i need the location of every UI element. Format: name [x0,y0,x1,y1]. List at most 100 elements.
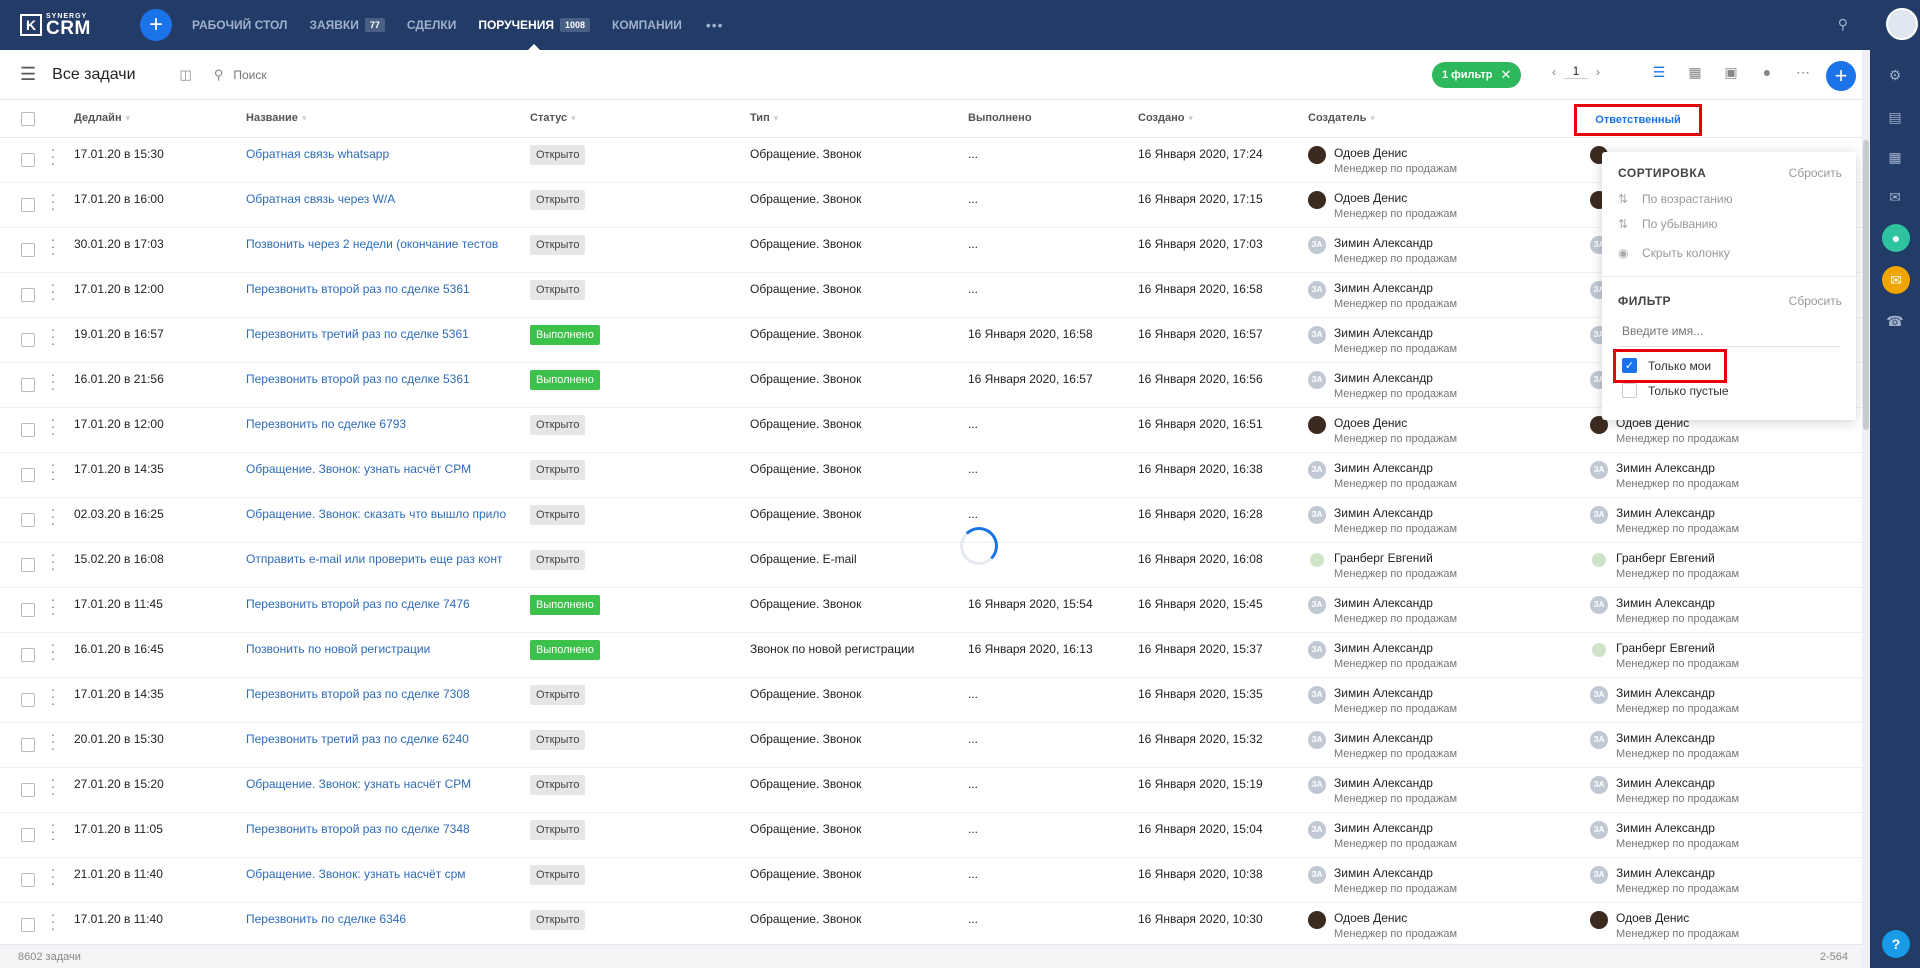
row-checkbox[interactable] [21,243,35,257]
nav-more-icon[interactable]: ••• [706,17,724,33]
column-status[interactable]: Статус ▾ [530,112,576,124]
column-type[interactable]: Тип ▾ [750,112,778,124]
row-checkbox[interactable] [21,153,35,167]
row-actions-icon[interactable]: · · · [50,727,56,755]
filter-reset-button[interactable]: Сбросить [1789,294,1842,308]
table-row[interactable]: · · · 16.01.20 в 16:45 Позвонить по новой ре… [0,633,1862,678]
mail-icon[interactable]: ✉ [1882,266,1910,294]
more-icon[interactable]: ⋯ [1792,64,1814,81]
table-row[interactable]: · · · 17.01.20 в 12:00 Перезвонить второй ра… [0,273,1862,318]
table-row[interactable]: · · · 17.01.20 в 12:00 Перезвонить по сделке… [0,408,1862,453]
sort-reset-button[interactable]: Сбросить [1789,166,1842,180]
search-input[interactable] [233,67,534,82]
task-name-link[interactable]: Обратная связь через W/A [246,192,522,206]
panel-toggle-icon[interactable]: ◫ [180,67,192,83]
row-actions-icon[interactable]: · · · [50,277,56,305]
row-checkbox[interactable] [21,693,35,707]
settings-icon[interactable]: ⚙ [1884,64,1906,86]
row-checkbox[interactable] [21,423,35,437]
task-name-link[interactable]: Перезвонить второй раз по сделке 5361 [246,372,522,386]
column-name[interactable]: Название ▾ [246,112,306,124]
row-checkbox[interactable] [21,288,35,302]
calendar-view-icon[interactable]: ▣ [1720,64,1742,81]
row-checkbox[interactable] [21,648,35,662]
sort-asc-option[interactable]: ⇅ По возрастанию [1618,192,1733,206]
row-actions-icon[interactable]: · · · [50,637,56,665]
table-row[interactable]: · · · 19.01.20 в 16:57 Перезвонить третий ра… [0,318,1862,363]
row-checkbox[interactable] [21,738,35,752]
row-actions-icon[interactable]: · · · [50,592,56,620]
chevron-left-icon[interactable]: ‹ [1552,65,1556,79]
task-name-link[interactable]: Обращение. Звонок: узнать насчёт СРМ [246,777,522,791]
table-row[interactable]: · · · 17.01.20 в 15:30 Обратная связь whatsa… [0,138,1862,183]
row-actions-icon[interactable]: · · · [50,232,56,260]
table-row[interactable]: · · · 30.01.20 в 17:03 Позвонить через 2 нед… [0,228,1862,273]
scrollbar[interactable] [1862,50,1870,968]
table-row[interactable]: · · · 15.02.20 в 16:08 Отправить e-mail или … [0,543,1862,588]
row-checkbox[interactable] [21,333,35,347]
task-name-link[interactable]: Отправить e-mail или проверить еще раз к… [246,552,522,566]
row-actions-icon[interactable]: · · · [50,817,56,845]
chevron-right-icon[interactable]: › [1596,65,1600,79]
only-mine-option[interactable]: ✓ Только мои [1622,358,1711,373]
row-actions-icon[interactable]: · · · [50,772,56,800]
nav-item-requests[interactable]: ЗАЯВКИ 77 [309,18,385,32]
task-name-link[interactable]: Перезвонить второй раз по сделке 7348 [246,822,522,836]
column-responsible[interactable]: Ответственный [1574,104,1702,136]
row-checkbox[interactable] [21,918,35,932]
task-name-link[interactable]: Обращение. Звонок: узнать насчёт срм [246,867,522,881]
only-empty-checkbox[interactable] [1622,383,1637,398]
list-view-icon[interactable]: ☰ [1648,64,1670,81]
name-filter-input[interactable] [1618,320,1840,347]
row-checkbox[interactable] [21,783,35,797]
task-name-link[interactable]: Перезвонить третий раз по сделке 5361 [246,327,522,341]
table-row[interactable]: · · · 21.01.20 в 11:40 Обращение. Звонок: уз… [0,858,1862,903]
task-name-link[interactable]: Обращение. Звонок: узнать насчёт СРМ [246,462,522,476]
page-number-input[interactable]: 1 [1564,64,1588,79]
close-icon[interactable]: ✕ [1500,67,1511,83]
book-icon[interactable]: ▦ [1884,146,1906,168]
map-view-icon[interactable]: ● [1756,64,1778,81]
task-name-link[interactable]: Обратная связь whatsapp [246,147,522,161]
row-actions-icon[interactable]: · · · [50,682,56,710]
row-checkbox[interactable] [21,603,35,617]
task-name-link[interactable]: Перезвонить второй раз по сделке 7308 [246,687,522,701]
notifications-icon[interactable]: ● [1882,224,1910,252]
folder-icon[interactable]: ▤ [1884,106,1906,128]
row-actions-icon[interactable]: · · · [50,367,56,395]
row-actions-icon[interactable]: · · · [50,142,56,170]
task-name-link[interactable]: Перезвонить по сделке 6793 [246,417,522,431]
row-checkbox[interactable] [21,558,35,572]
hide-column-option[interactable]: ◉ Скрыть колонку [1618,246,1730,260]
help-icon[interactable]: ? [1882,930,1910,958]
row-actions-icon[interactable]: · · · [50,412,56,440]
task-name-link[interactable]: Перезвонить по сделке 6346 [246,912,522,926]
row-actions-icon[interactable]: · · · [50,457,56,485]
scrollbar-thumb[interactable] [1863,140,1869,430]
task-name-link[interactable]: Перезвонить второй раз по сделке 5361 [246,282,522,296]
table-row[interactable]: · · · 17.01.20 в 14:35 Обращение. Звонок: уз… [0,453,1862,498]
menu-icon[interactable]: ☰ [20,64,36,85]
table-row[interactable]: · · · 17.01.20 в 11:45 Перезвонить второй ра… [0,588,1862,633]
row-checkbox[interactable] [21,468,35,482]
column-deadline[interactable]: Дедлайн ▾ [74,112,130,124]
row-checkbox[interactable] [21,873,35,887]
create-button[interactable]: + [140,9,172,41]
table-row[interactable]: · · · 27.01.20 в 15:20 Обращение. Звонок: уз… [0,768,1862,813]
chat-icon[interactable]: ✉ [1884,186,1906,208]
table-row[interactable]: · · · 20.01.20 в 15:30 Перезвонить третий ра… [0,723,1862,768]
row-actions-icon[interactable]: · · · [50,547,56,575]
table-row[interactable]: · · · 02.03.20 в 16:25 Обращение. Звонок: ск… [0,498,1862,543]
table-row[interactable]: · · · 17.01.20 в 11:40 Перезвонить по сделке… [0,903,1862,948]
only-mine-checkbox[interactable]: ✓ [1622,358,1637,373]
row-checkbox[interactable] [21,513,35,527]
row-checkbox[interactable] [21,198,35,212]
board-view-icon[interactable]: ▦ [1684,64,1706,81]
user-avatar[interactable] [1886,8,1918,40]
select-all-checkbox[interactable] [21,112,35,126]
table-row[interactable]: · · · 17.01.20 в 14:35 Перезвонить второй ра… [0,678,1862,723]
row-actions-icon[interactable]: · · · [50,862,56,890]
row-actions-icon[interactable]: · · · [50,322,56,350]
column-created[interactable]: Создано ▾ [1138,112,1193,124]
nav-item-deals[interactable]: СДЕЛКИ [407,18,456,32]
